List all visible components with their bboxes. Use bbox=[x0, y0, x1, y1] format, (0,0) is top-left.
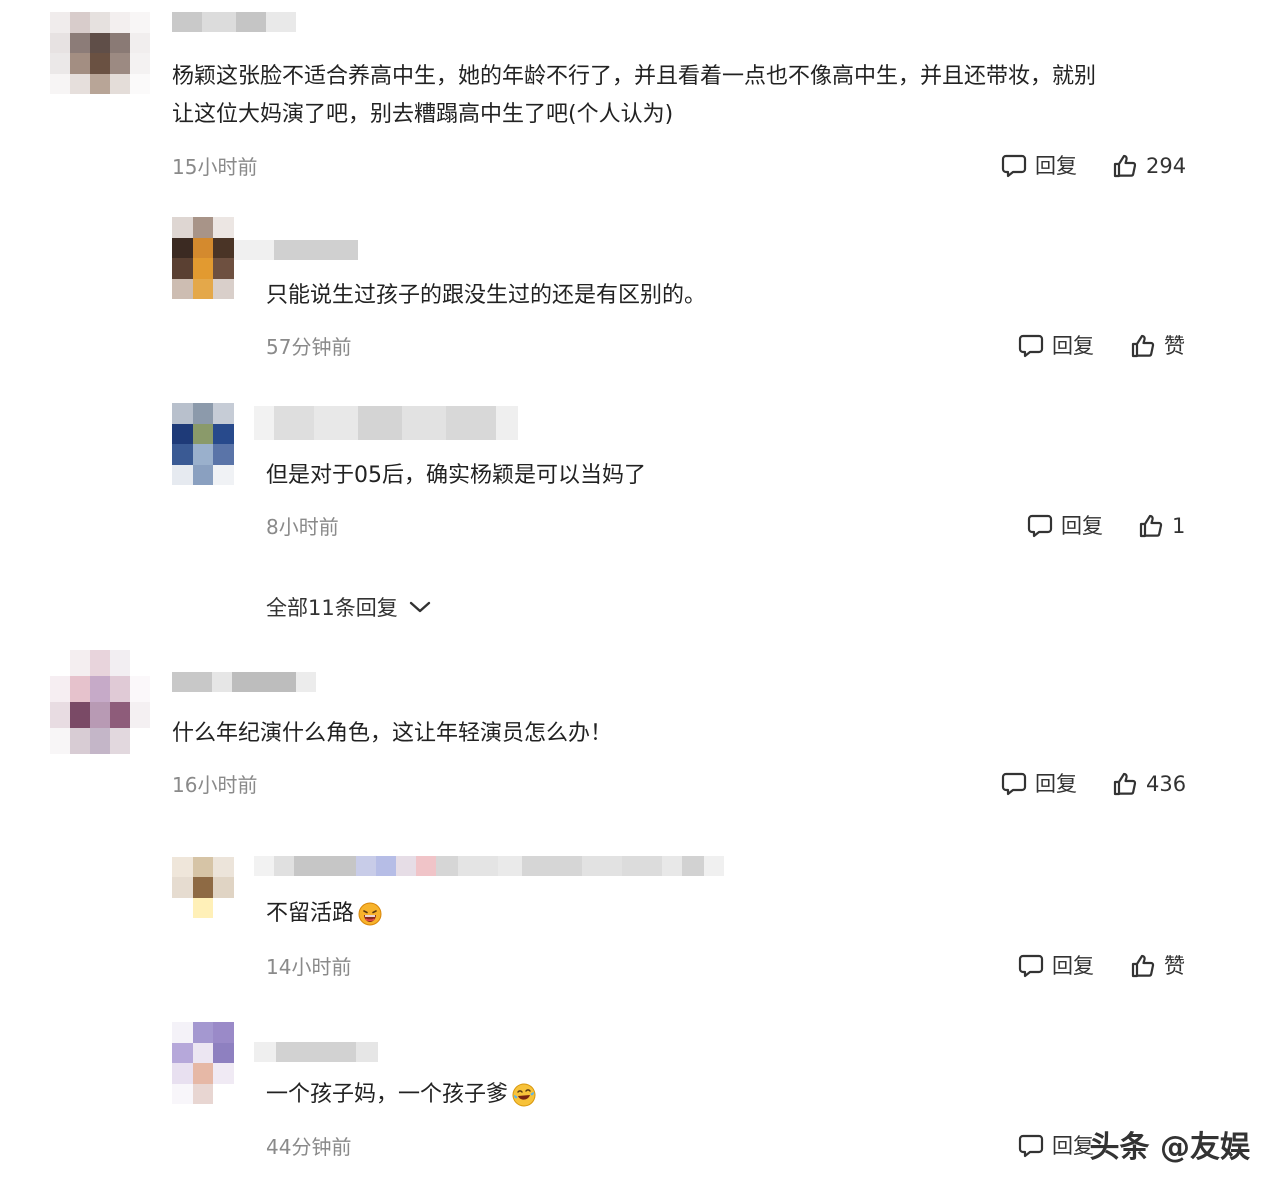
like-button[interactable]: 1 bbox=[1138, 513, 1185, 539]
username-blurred[interactable] bbox=[172, 12, 296, 32]
reply-text: 但是对于05后，确实杨颖是可以当妈了 bbox=[266, 463, 646, 488]
like-button[interactable]: 赞 bbox=[1130, 953, 1185, 979]
reply-time: 44分钟前 bbox=[266, 1135, 352, 1159]
like-button[interactable]: 赞 bbox=[1130, 333, 1185, 359]
expand-replies-label: 全部11条回复 bbox=[266, 596, 398, 620]
thumbs-up-icon bbox=[1131, 334, 1155, 358]
reply-text: 不留活路 bbox=[266, 895, 382, 933]
reply-button[interactable]: 回复 bbox=[1018, 333, 1094, 359]
like-count: 436 bbox=[1146, 772, 1187, 796]
avatar[interactable] bbox=[172, 403, 234, 485]
reply-label: 回复 bbox=[1052, 334, 1094, 358]
watermark: 头条 @友娱 bbox=[1089, 1130, 1250, 1165]
username-blurred[interactable] bbox=[254, 856, 724, 876]
laughing-tears-emoji bbox=[512, 1083, 536, 1107]
reply-button[interactable]: 回复 bbox=[1001, 771, 1077, 797]
comment-bubble-icon bbox=[1018, 334, 1044, 358]
thumbs-up-icon bbox=[1139, 514, 1163, 538]
grinning-sweat-emoji bbox=[358, 902, 382, 926]
like-button[interactable]: 436 bbox=[1112, 771, 1186, 797]
thumbs-up-icon bbox=[1113, 772, 1137, 796]
username-blurred[interactable] bbox=[234, 240, 358, 260]
comment-text: 什么年纪演什么角色，这让年轻演员怎么办！ bbox=[172, 721, 613, 746]
reply-label: 回复 bbox=[1052, 1134, 1094, 1158]
reply-label: 回复 bbox=[1035, 154, 1077, 178]
avatar[interactable] bbox=[50, 650, 150, 754]
like-count: 1 bbox=[1172, 514, 1186, 538]
reply-time: 14小时前 bbox=[266, 955, 352, 979]
comment-time: 16小时前 bbox=[172, 773, 258, 797]
comment-bubble-icon bbox=[1001, 154, 1027, 178]
comment-time: 15小时前 bbox=[172, 155, 258, 179]
reply-button[interactable]: 回复 bbox=[1018, 1133, 1094, 1159]
reply-button[interactable]: 回复 bbox=[1018, 953, 1094, 979]
reply-text-content: 不留活路 bbox=[266, 901, 355, 926]
comment-bubble-icon bbox=[1018, 1134, 1044, 1158]
reply-text: 一个孩子妈，一个孩子爹 bbox=[266, 1076, 536, 1114]
username-blurred[interactable] bbox=[254, 1042, 378, 1062]
comment-bubble-icon bbox=[1018, 954, 1044, 978]
reply-time: 8小时前 bbox=[266, 515, 339, 539]
reply-text-content: 一个孩子妈，一个孩子爹 bbox=[266, 1082, 509, 1107]
reply-button[interactable]: 回复 bbox=[1001, 153, 1077, 179]
username-blurred[interactable] bbox=[254, 406, 518, 440]
comment-text: 杨颖这张脸不适合养高中生，她的年龄不行了，并且看着一点也不像高中生，并且还带妆，… bbox=[172, 64, 1097, 89]
thumbs-up-icon bbox=[1113, 154, 1137, 178]
thumbs-up-icon bbox=[1131, 954, 1155, 978]
chevron-down-icon bbox=[409, 601, 430, 613]
reply-label: 回复 bbox=[1061, 514, 1103, 538]
comment-text: 让这位大妈演了吧，别去糟蹋高中生了吧(个人认为) bbox=[172, 102, 674, 127]
reply-text: 只能说生过孩子的跟没生过的还是有区别的。 bbox=[266, 283, 707, 308]
reply-button[interactable]: 回复 bbox=[1027, 513, 1103, 539]
like-count: 294 bbox=[1146, 154, 1187, 178]
comment-bubble-icon bbox=[1001, 772, 1027, 796]
like-label: 赞 bbox=[1164, 334, 1185, 358]
username-blurred[interactable] bbox=[172, 672, 316, 692]
avatar[interactable] bbox=[172, 836, 234, 918]
avatar[interactable] bbox=[50, 12, 150, 94]
expand-replies-button[interactable]: 全部11条回复 bbox=[266, 592, 432, 622]
like-label: 赞 bbox=[1164, 954, 1185, 978]
reply-label: 回复 bbox=[1035, 772, 1077, 796]
comment-bubble-icon bbox=[1027, 514, 1053, 538]
reply-time: 57分钟前 bbox=[266, 335, 352, 359]
avatar[interactable] bbox=[172, 217, 234, 299]
like-button[interactable]: 294 bbox=[1112, 153, 1186, 179]
reply-label: 回复 bbox=[1052, 954, 1094, 978]
avatar[interactable] bbox=[172, 1022, 234, 1104]
